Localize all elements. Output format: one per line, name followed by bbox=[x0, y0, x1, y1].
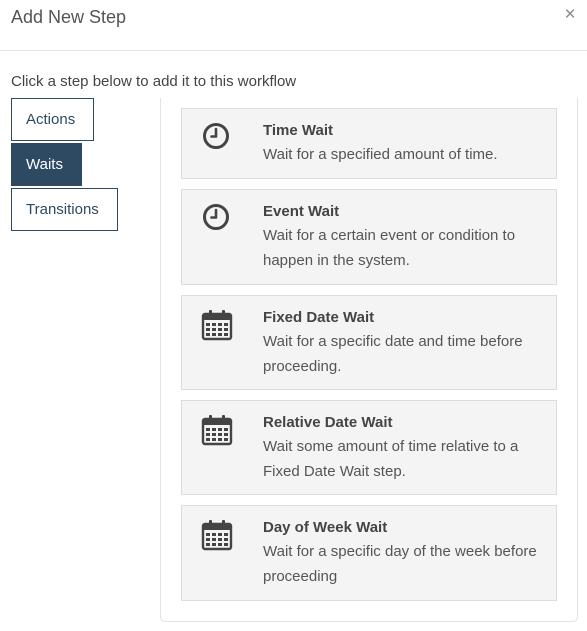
step-card-fixed-date-wait[interactable]: Fixed Date Wait Wait for a specific date… bbox=[181, 295, 557, 390]
calendar-icon bbox=[201, 415, 233, 446]
step-list-panel: Time Wait Wait for a specified amount of… bbox=[160, 98, 578, 622]
step-card-day-of-week-wait[interactable]: Day of Week Wait Wait for a specific day… bbox=[181, 505, 557, 601]
dialog-header: Add New Step × bbox=[0, 0, 587, 51]
step-title: Fixed Date Wait bbox=[263, 309, 375, 326]
add-step-dialog: Add New Step × Click a step below to add… bbox=[0, 0, 587, 631]
calendar-icon bbox=[201, 310, 233, 341]
step-title: Relative Date Wait bbox=[263, 414, 393, 431]
clock-icon bbox=[203, 204, 229, 230]
instruction-text: Click a step below to add it to this wor… bbox=[11, 73, 297, 90]
step-card-time-wait[interactable]: Time Wait Wait for a specified amount of… bbox=[181, 108, 557, 179]
step-card-event-wait[interactable]: Event Wait Wait for a certain event or c… bbox=[181, 189, 557, 285]
step-title: Time Wait bbox=[263, 122, 334, 139]
tab-actions[interactable]: Actions bbox=[11, 98, 94, 141]
calendar-icon bbox=[201, 520, 233, 551]
clock-icon bbox=[203, 123, 229, 149]
step-description: Wait for a specified amount of time. bbox=[263, 146, 498, 163]
step-title: Event Wait bbox=[263, 203, 340, 220]
step-description: Wait for a certain event or condition to… bbox=[263, 227, 516, 269]
step-description: Wait for a specific date and time before… bbox=[263, 333, 523, 375]
close-button[interactable]: × bbox=[561, 5, 579, 25]
step-card-relative-date-wait[interactable]: Relative Date Wait Wait some amount of t… bbox=[181, 400, 557, 495]
tab-transitions[interactable]: Transitions bbox=[11, 188, 118, 231]
step-description: Wait for a specific day of the week befo… bbox=[263, 543, 537, 585]
tab-waits[interactable]: Waits bbox=[11, 143, 82, 186]
dialog-title: Add New Step bbox=[11, 7, 127, 27]
step-title: Day of Week Wait bbox=[263, 519, 388, 536]
step-description: Wait some amount of time relative to a F… bbox=[263, 438, 519, 480]
step-category-tabs: Actions Waits Transitions bbox=[11, 98, 131, 233]
